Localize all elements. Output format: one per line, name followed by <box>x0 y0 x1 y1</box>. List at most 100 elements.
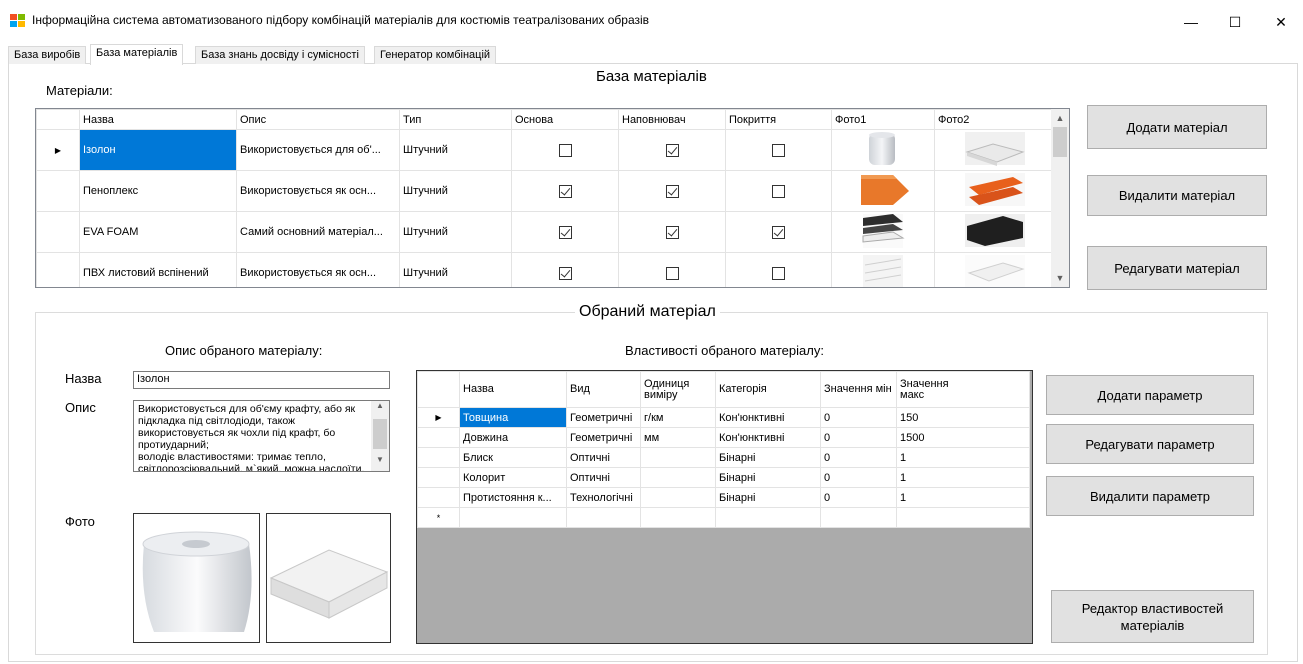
photo2-thumbnail[interactable] <box>963 212 1027 249</box>
scroll-down-arrow[interactable]: ▼ <box>1051 269 1069 287</box>
material-name-cell[interactable]: ПВХ листовий вспінений <box>79 252 237 287</box>
property-max-cell[interactable]: 150 <box>896 407 1030 428</box>
description-field[interactable]: Використовується для об'єму крафту, або … <box>133 400 390 472</box>
column-header[interactable]: Опис <box>236 109 400 130</box>
photo2-thumbnail[interactable] <box>963 253 1027 288</box>
materials-table[interactable]: Назва Опис Тип Основа Наповнювач Покритт… <box>35 108 1070 288</box>
edit-parameter-button[interactable]: Редагувати параметр <box>1046 424 1254 464</box>
property-name-cell[interactable]: Протистояння к... <box>459 487 567 508</box>
coating-checkbox[interactable] <box>772 266 785 280</box>
material-name-cell[interactable]: EVA FOAM <box>79 211 237 253</box>
scroll-thumb[interactable] <box>1053 127 1067 157</box>
property-unit-cell[interactable] <box>640 467 716 488</box>
property-category-cell[interactable]: Кон'юнктивні <box>715 427 821 448</box>
property-min-cell[interactable]: 0 <box>820 467 897 488</box>
column-header[interactable]: Тип <box>399 109 512 130</box>
property-min-cell[interactable]: 0 <box>820 447 897 468</box>
filler-checkbox[interactable] <box>665 225 679 239</box>
column-header[interactable]: Назва <box>459 371 567 408</box>
property-kind-cell[interactable]: Оптичні <box>566 447 641 468</box>
table-row[interactable]: ПВХ листовий вспінений Використовується … <box>36 252 1055 288</box>
filler-checkbox[interactable] <box>665 266 679 280</box>
close-button[interactable]: ✕ <box>1258 0 1303 44</box>
property-unit-cell[interactable]: г/км <box>640 407 716 428</box>
material-name-cell[interactable]: Пеноплекс <box>79 170 237 212</box>
material-desc-cell[interactable]: Самий основний матеріал... <box>236 211 400 253</box>
base-checkbox[interactable] <box>558 266 572 280</box>
filler-checkbox[interactable] <box>665 184 679 198</box>
coating-checkbox[interactable] <box>772 143 785 157</box>
tab-products[interactable]: База виробів <box>8 46 87 64</box>
property-max-cell[interactable]: 1500 <box>896 427 1030 448</box>
tab-materials[interactable]: База матеріалів <box>90 44 184 65</box>
material-name-cell[interactable]: Ізолон <box>79 129 237 171</box>
table-row[interactable]: ▶ Ізолон Використовується для об'... Шту… <box>36 129 1055 171</box>
property-editor-button[interactable]: Редактор властивостей матеріалів <box>1051 590 1254 643</box>
column-header[interactable]: Фото1 <box>831 109 935 130</box>
add-parameter-button[interactable]: Додати параметр <box>1046 375 1254 415</box>
property-max-cell[interactable]: 1 <box>896 447 1030 468</box>
table-row[interactable]: Пеноплекс Використовується як осн... Шту… <box>36 170 1055 212</box>
properties-table[interactable]: Назва Вид Одиниця виміру Категорія Значе… <box>416 370 1033 644</box>
material-type-cell[interactable]: Штучний <box>399 211 512 253</box>
coating-checkbox[interactable] <box>772 225 785 239</box>
property-kind-cell[interactable]: Геометричні <box>566 407 641 428</box>
photo1-thumbnail[interactable] <box>853 253 913 288</box>
delete-material-button[interactable]: Видалити матеріал <box>1087 175 1267 216</box>
table-row[interactable]: EVA FOAM Самий основний матеріал... Штуч… <box>36 211 1055 253</box>
tab-knowledge[interactable]: База знань досвіду і сумісності <box>195 46 365 64</box>
coating-checkbox[interactable] <box>772 184 785 198</box>
edit-material-button[interactable]: Редагувати матеріал <box>1087 246 1267 290</box>
base-checkbox[interactable] <box>558 184 572 198</box>
table-row[interactable]: Блиск Оптичні Бінарні 0 1 <box>417 447 1030 468</box>
photo1-thumbnail[interactable] <box>853 212 913 249</box>
column-header[interactable]: Покриття <box>725 109 832 130</box>
minimize-button[interactable]: — <box>1168 0 1214 44</box>
property-unit-cell[interactable]: мм <box>640 427 716 448</box>
maximize-button[interactable]: ☐ <box>1212 0 1258 44</box>
property-kind-cell[interactable]: Оптичні <box>566 467 641 488</box>
column-header[interactable]: Значення мін <box>820 371 897 408</box>
column-header[interactable]: Вид <box>566 371 641 408</box>
column-header[interactable]: Основа <box>511 109 619 130</box>
table-row[interactable]: Протистояння к... Технологічні Бінарні 0… <box>417 487 1030 508</box>
photo1-thumbnail[interactable] <box>853 171 913 208</box>
name-field[interactable]: Ізолон <box>133 371 390 389</box>
column-header[interactable]: Наповнювач <box>618 109 726 130</box>
material-type-cell[interactable]: Штучний <box>399 252 512 287</box>
column-header[interactable]: Значення макс <box>896 371 1030 408</box>
scroll-up-arrow[interactable]: ▲ <box>371 401 389 417</box>
property-max-cell[interactable]: 1 <box>896 487 1030 508</box>
material-desc-cell[interactable]: Використовується як осн... <box>236 252 400 287</box>
table-row[interactable]: Колорит Оптичні Бінарні 0 1 <box>417 467 1030 488</box>
column-header[interactable]: Назва <box>79 109 237 130</box>
property-min-cell[interactable]: 0 <box>820 427 897 448</box>
property-kind-cell[interactable]: Геометричні <box>566 427 641 448</box>
base-checkbox[interactable] <box>558 143 572 157</box>
material-desc-cell[interactable]: Використовується як осн... <box>236 170 400 212</box>
property-name-cell[interactable]: Блиск <box>459 447 567 468</box>
column-header[interactable]: Одиниця виміру <box>640 371 716 408</box>
table-row[interactable]: Довжина Геометричні мм Кон'юнктивні 0 15… <box>417 427 1030 448</box>
property-unit-cell[interactable] <box>640 487 716 508</box>
add-material-button[interactable]: Додати матеріал <box>1087 105 1267 149</box>
property-name-cell[interactable]: Колорит <box>459 467 567 488</box>
property-category-cell[interactable]: Кон'юнктивні <box>715 407 821 428</box>
scroll-down-arrow[interactable]: ▼ <box>371 455 389 471</box>
photo1-thumbnail[interactable] <box>853 130 913 167</box>
property-name-cell[interactable]: Товщина <box>459 407 567 428</box>
material-type-cell[interactable]: Штучний <box>399 170 512 212</box>
scroll-thumb[interactable] <box>373 419 387 449</box>
property-category-cell[interactable]: Бінарні <box>715 447 821 468</box>
materials-scrollbar[interactable]: ▲ ▼ <box>1051 109 1069 287</box>
property-category-cell[interactable]: Бінарні <box>715 487 821 508</box>
property-unit-cell[interactable] <box>640 447 716 468</box>
column-header[interactable]: Категорія <box>715 371 821 408</box>
column-header[interactable]: Фото2 <box>934 109 1055 130</box>
material-desc-cell[interactable]: Використовується для об'... <box>236 129 400 171</box>
scroll-up-arrow[interactable]: ▲ <box>1051 109 1069 127</box>
property-kind-cell[interactable]: Технологічні <box>566 487 641 508</box>
property-max-cell[interactable]: 1 <box>896 467 1030 488</box>
table-row[interactable]: ▶ Товщина Геометричні г/км Кон'юнктивні … <box>417 407 1030 428</box>
tab-generator[interactable]: Генератор комбінацій <box>374 46 497 64</box>
